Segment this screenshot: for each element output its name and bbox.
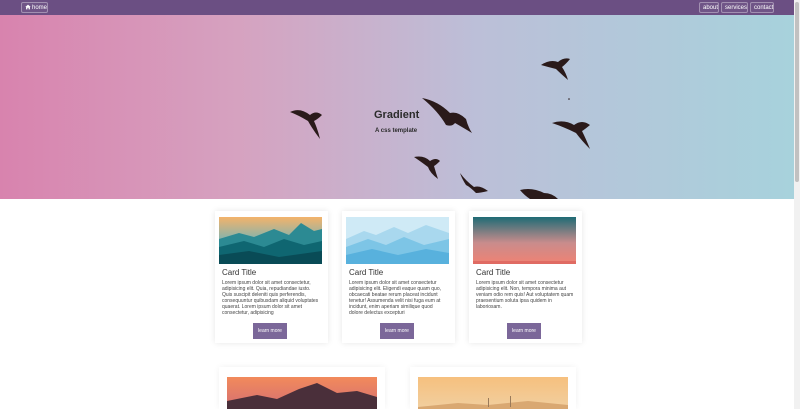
card-title: Card Title bbox=[476, 268, 511, 277]
navbar: home about services contact bbox=[0, 0, 800, 15]
scrollbar-thumb[interactable] bbox=[795, 2, 799, 182]
scrollbar[interactable] bbox=[794, 0, 800, 409]
nav-services-label: services bbox=[725, 5, 748, 11]
nav-about-label: about bbox=[703, 5, 719, 11]
card-image-dusk-mountains bbox=[227, 377, 377, 409]
card-text: Lorem ipsum dolor sit amet consectetur a… bbox=[349, 280, 442, 316]
nav-contact-label: contact bbox=[754, 5, 774, 11]
card: Card Title Lorem ipsum dolor sit amet co… bbox=[469, 211, 582, 343]
birds-illustration bbox=[290, 58, 590, 199]
card-title: Card Title bbox=[222, 268, 257, 277]
nav-services-button[interactable]: services bbox=[721, 2, 748, 13]
card-image-sunset-sea bbox=[473, 217, 576, 264]
hero-subtitle: A css template bbox=[375, 128, 418, 134]
card-text: Lorem ipsum dolor sit amet consectetur, … bbox=[222, 280, 319, 316]
card: Card Title Lorem ipsum dolor sit amet co… bbox=[215, 211, 328, 343]
card-image-blue-mountains bbox=[346, 217, 449, 264]
card-text: Lorem ipsum dolor sit amet consectetur a… bbox=[476, 280, 574, 310]
hero-title: Gradient bbox=[374, 109, 420, 121]
card-title: Card Title bbox=[349, 268, 384, 277]
card: Card Title Lorem ipsum dolor sit amet co… bbox=[342, 211, 455, 343]
home-icon bbox=[25, 4, 31, 10]
nav-home-label: home bbox=[32, 5, 48, 11]
nav-about-button[interactable]: about bbox=[699, 2, 719, 13]
nav-home-button[interactable]: home bbox=[21, 2, 48, 13]
card-image-golden-haze bbox=[418, 377, 568, 409]
learn-more-button[interactable]: learn more bbox=[507, 323, 541, 339]
learn-more-button[interactable]: learn more bbox=[380, 323, 414, 339]
hero-banner: Gradient A css template bbox=[0, 15, 794, 199]
nav-contact-button[interactable]: contact bbox=[750, 2, 774, 13]
card-image-teal-mountains bbox=[219, 217, 322, 264]
learn-more-button[interactable]: learn more bbox=[253, 323, 287, 339]
